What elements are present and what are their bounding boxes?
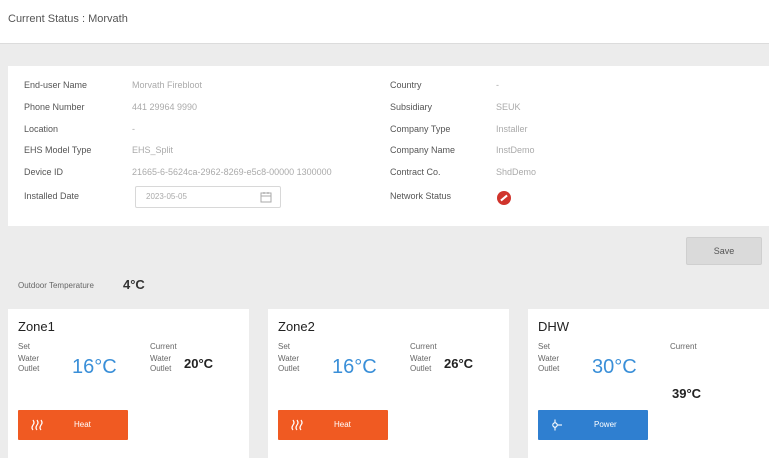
power-button[interactable]: Power [538, 410, 648, 440]
heat-button-label: Heat [334, 420, 351, 429]
zone-card-zone1: Zone1 Set Water Outlet 16°C Current Wate… [8, 309, 249, 458]
outdoor-temperature-value: 4°C [123, 277, 145, 292]
zone-title: Zone1 [18, 319, 55, 334]
info-value: ShdDemo [496, 167, 537, 177]
info-label: Device ID [24, 167, 64, 177]
info-value: - [132, 124, 135, 134]
heat-button[interactable]: Heat [18, 410, 128, 440]
info-value: - [496, 80, 499, 90]
power-button-label: Power [594, 420, 617, 429]
calendar-icon[interactable] [260, 191, 272, 203]
info-label: Country [390, 80, 422, 90]
current-label: Current [150, 342, 177, 351]
installed-date-value: 2023-05-05 [146, 192, 187, 201]
current-label: Current [670, 342, 697, 351]
set-temperature: 16°C [72, 356, 117, 378]
info-value: InstDemo [496, 145, 535, 155]
info-value: 21665-6-5624ca-2962-8269-e5c8-00000 1300… [132, 167, 332, 177]
current-label: Current [410, 342, 437, 351]
heat-button-label: Heat [74, 420, 91, 429]
water-outlet-label: Water Outlet [538, 354, 560, 373]
page-header: Current Status : Morvath [0, 0, 769, 44]
current-temperature: 20°C [184, 356, 214, 371]
zone-card-dhw: DHW Set Water Outlet 30°C Current 39°C P… [528, 309, 769, 458]
water-outlet-label: Water Outlet [278, 354, 300, 373]
info-value: 441 29964 9990 [132, 102, 198, 112]
installed-date-field[interactable]: 2023-05-05 [135, 186, 281, 208]
set-temperature: 30°C [592, 356, 637, 378]
set-label: Set [538, 342, 551, 351]
network-status-icon [497, 191, 511, 205]
info-label: Phone Number [24, 102, 85, 112]
current-water-outlet-label: Water Outlet [150, 354, 172, 373]
info-label: Company Type [390, 124, 451, 134]
info-value: Morvath Firebloot [132, 80, 203, 90]
info-label: Network Status [390, 191, 452, 201]
device-info-card: End-user Name Morvath Firebloot Phone Nu… [8, 66, 769, 226]
save-button[interactable]: Save [686, 237, 762, 265]
info-label: Subsidiary [390, 102, 433, 112]
info-value: EHS_Split [132, 145, 174, 155]
power-icon [552, 419, 562, 431]
info-label: Location [24, 124, 59, 134]
zone-title: DHW [538, 319, 570, 334]
info-label: End-user Name [24, 80, 88, 90]
current-water-outlet-label: Water Outlet [410, 354, 432, 373]
current-temperature: 39°C [672, 386, 702, 401]
set-temperature: 16°C [332, 356, 377, 378]
zone-card-zone2: Zone2 Set Water Outlet 16°C Current Wate… [268, 309, 509, 458]
info-label: Company Name [390, 145, 456, 155]
heat-icon [291, 419, 303, 431]
info-label: Installed Date [24, 191, 80, 201]
set-label: Set [18, 342, 31, 351]
zone-title: Zone2 [278, 319, 315, 334]
set-label: Set [278, 342, 291, 351]
page-title: Current Status : Morvath [8, 13, 128, 25]
info-label: Contract Co. [390, 167, 441, 177]
current-temperature: 26°C [444, 356, 474, 371]
heat-icon [31, 419, 43, 431]
outdoor-temperature-label: Outdoor Temperature [18, 281, 94, 290]
water-outlet-label: Water Outlet [18, 354, 40, 373]
info-value: SEUK [496, 102, 521, 112]
info-value: Installer [496, 124, 528, 134]
heat-button[interactable]: Heat [278, 410, 388, 440]
info-label: EHS Model Type [24, 145, 92, 155]
